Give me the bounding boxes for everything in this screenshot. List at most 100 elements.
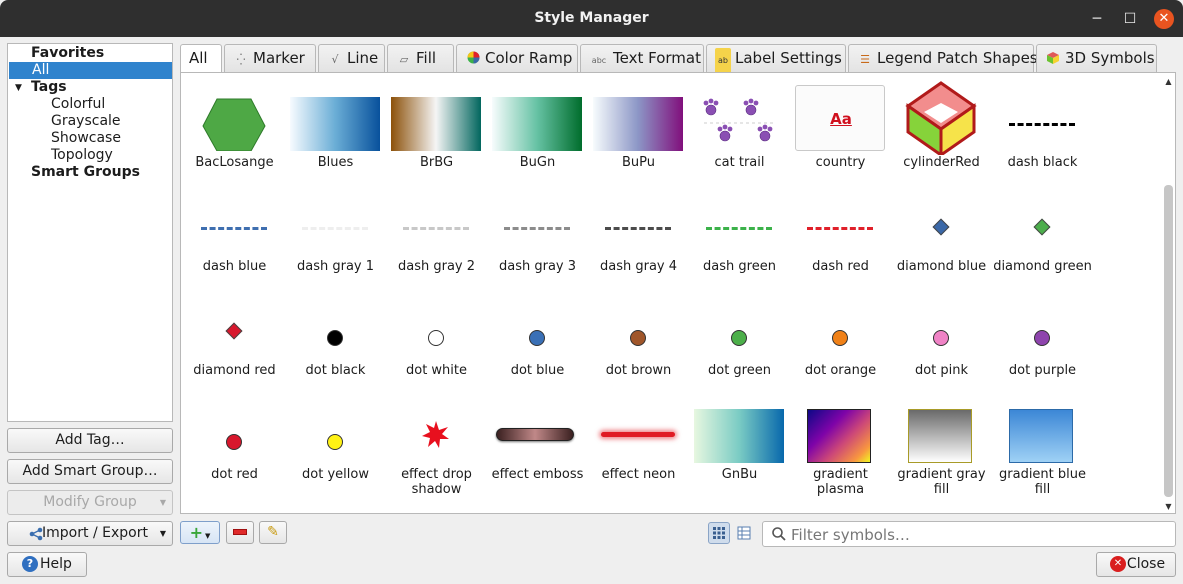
symbol-label: diamond red — [193, 363, 276, 378]
expand-arrow-icon[interactable]: ▼ — [15, 83, 22, 93]
tree-item-favorites[interactable]: Favorites — [31, 45, 104, 62]
scroll-down-icon[interactable]: ▼ — [1162, 502, 1175, 511]
help-label: Help — [40, 556, 72, 572]
add-symbol-button[interactable]: + ▼ — [180, 521, 220, 544]
symbol-item-effect-emboss[interactable]: effect emboss — [487, 391, 588, 495]
symbol-label: diamond blue — [896, 259, 987, 274]
search-icon — [772, 527, 786, 541]
symbol-item-dot-black[interactable]: dot black — [285, 287, 386, 391]
symbol-label: dot purple — [1008, 363, 1077, 378]
symbol-preview-hexagon — [189, 85, 279, 151]
symbol-item-dash-gray-2[interactable]: dash gray 2 — [386, 183, 487, 287]
tree-item-topology[interactable]: Topology — [51, 147, 113, 164]
close-window-button[interactable]: ✕ — [1154, 9, 1174, 29]
symbol-preview-dash — [997, 85, 1087, 151]
symbol-preview-dash — [189, 189, 279, 255]
symbol-item-cat-trail[interactable]: cat trail — [689, 79, 790, 183]
tree-item-colorful[interactable]: Colorful — [51, 96, 105, 113]
symbol-grid[interactable]: BacLosange Blues BrBG BuGn BuPu cat trail Aa co… — [180, 72, 1176, 514]
minimize-button[interactable]: ─ — [1087, 9, 1107, 29]
symbol-item-gnbu[interactable]: GnBu — [689, 391, 790, 495]
symbol-item-gradient-blue-fill[interactable]: gradient blue fill — [992, 391, 1093, 497]
tab-marker[interactable]: ⁛ Marker — [224, 44, 316, 72]
symbol-item-baclosange[interactable]: BacLosange — [184, 79, 285, 183]
tab-label-settings[interactable]: ab Label Settings — [706, 44, 846, 74]
tab-color-ramp[interactable]: Color Ramp — [456, 44, 578, 72]
tree-item-tags[interactable]: Tags — [31, 79, 67, 96]
symbol-item-blues[interactable]: Blues — [285, 79, 386, 183]
symbol-item-dot-purple[interactable]: dot purple — [992, 287, 1093, 391]
symbol-item-dot-red[interactable]: dot red — [184, 391, 285, 495]
symbol-item-diamond-green[interactable]: diamond green — [992, 183, 1093, 287]
symbol-item-dash-gray-3[interactable]: dash gray 3 — [487, 183, 588, 287]
symbol-label: gradient blue fill — [999, 467, 1086, 497]
fill-icon: ▱ — [399, 53, 409, 66]
symbol-item-dash-gray-4[interactable]: dash gray 4 — [588, 183, 689, 287]
symbol-item-dot-blue[interactable]: dot blue — [487, 287, 588, 391]
symbol-preview-dot — [694, 293, 784, 359]
symbol-item-dot-brown[interactable]: dot brown — [588, 287, 689, 391]
symbol-preview-diamond — [896, 189, 986, 255]
remove-symbol-button[interactable] — [226, 521, 254, 544]
tree-item-grayscale[interactable]: Grayscale — [51, 113, 121, 130]
symbol-label: BuPu — [621, 155, 655, 170]
list-view-button[interactable] — [733, 522, 755, 544]
tab-line[interactable]: √ Line — [318, 44, 385, 72]
symbol-label: dot white — [405, 363, 467, 378]
add-smart-group-button[interactable]: Add Smart Group… — [7, 459, 173, 484]
tab-all[interactable]: All — [180, 44, 222, 73]
symbol-item-diamond-blue[interactable]: diamond blue — [891, 183, 992, 287]
icon-view-button[interactable] — [708, 522, 730, 544]
tree-item-smart-groups[interactable]: Smart Groups — [31, 164, 140, 181]
symbol-item-dash-blue[interactable]: dash blue — [184, 183, 285, 287]
scroll-up-icon[interactable]: ▲ — [1162, 77, 1175, 86]
symbol-item-dot-white[interactable]: dot white — [386, 287, 487, 391]
symbol-item-effect-neon[interactable]: effect neon — [588, 391, 689, 495]
symbol-item-diamond-red[interactable]: diamond red — [184, 287, 285, 391]
vertical-scrollbar[interactable]: ▲ ▼ — [1162, 77, 1175, 511]
edit-symbol-button[interactable]: ✎ — [259, 521, 287, 544]
import-export-button[interactable]: Import / Export ▼ — [7, 521, 173, 546]
symbol-item-effect-drop-shadow[interactable]: effect drop shadow — [386, 391, 487, 497]
symbol-item-brbg[interactable]: BrBG — [386, 79, 487, 183]
tree-item-showcase[interactable]: Showcase — [51, 130, 121, 147]
tab-3d-symbols[interactable]: 3D Symbols — [1036, 44, 1157, 72]
symbol-item-country[interactable]: Aa country — [790, 79, 891, 183]
symbol-preview-neon — [593, 397, 683, 463]
symbol-item-dot-orange[interactable]: dot orange — [790, 287, 891, 391]
symbol-item-dot-green[interactable]: dot green — [689, 287, 790, 391]
help-button[interactable]: ? Help — [7, 552, 87, 577]
tab-legend-patch-shapes[interactable]: ☰ Legend Patch Shapes — [848, 44, 1038, 72]
symbol-item-gradient-plasma[interactable]: gradient plasma — [790, 391, 891, 497]
symbol-preview-dash — [492, 189, 582, 255]
symbol-item-dash-red[interactable]: dash red — [790, 183, 891, 287]
symbol-item-bugn[interactable]: BuGn — [487, 79, 588, 183]
symbol-item-cylinderred[interactable]: cylinderRed — [891, 79, 992, 183]
symbol-label: dash gray 3 — [498, 259, 577, 274]
close-button[interactable]: ✕ Close — [1096, 552, 1176, 577]
symbol-preview-dash — [290, 189, 380, 255]
tab-text-format[interactable]: abc Text Format — [580, 44, 704, 72]
maximize-button[interactable]: ☐ — [1120, 9, 1140, 29]
symbol-item-dot-pink[interactable]: dot pink — [891, 287, 992, 391]
symbol-label: dash gray 2 — [397, 259, 476, 274]
group-tree[interactable]: Favorites All ▼ Tags Colorful Grayscale … — [7, 43, 173, 422]
symbol-item-dash-gray-1[interactable]: dash gray 1 — [285, 183, 386, 287]
grid-view-icon — [713, 527, 725, 539]
search-placeholder: Filter symbols… — [791, 526, 910, 544]
symbol-item-dot-yellow[interactable]: dot yellow — [285, 391, 386, 495]
symbol-item-dash-green[interactable]: dash green — [689, 183, 790, 287]
filter-symbols-input[interactable]: Filter symbols… — [762, 521, 1176, 547]
symbol-label: cat trail — [714, 155, 765, 170]
scrollbar-thumb[interactable] — [1164, 185, 1173, 497]
tree-item-all[interactable]: All — [9, 62, 172, 79]
symbol-preview-dot — [492, 293, 582, 359]
remove-icon — [233, 529, 247, 535]
symbol-item-gradient-gray-fill[interactable]: gradient gray fill — [891, 391, 992, 497]
add-tag-button[interactable]: Add Tag… — [7, 428, 173, 453]
symbol-item-dash-black[interactable]: dash black — [992, 79, 1093, 183]
symbol-item-bupu[interactable]: BuPu — [588, 79, 689, 183]
help-icon: ? — [22, 556, 38, 572]
tab-fill[interactable]: ▱ Fill — [387, 44, 454, 72]
symbol-preview-diamond — [189, 293, 279, 359]
